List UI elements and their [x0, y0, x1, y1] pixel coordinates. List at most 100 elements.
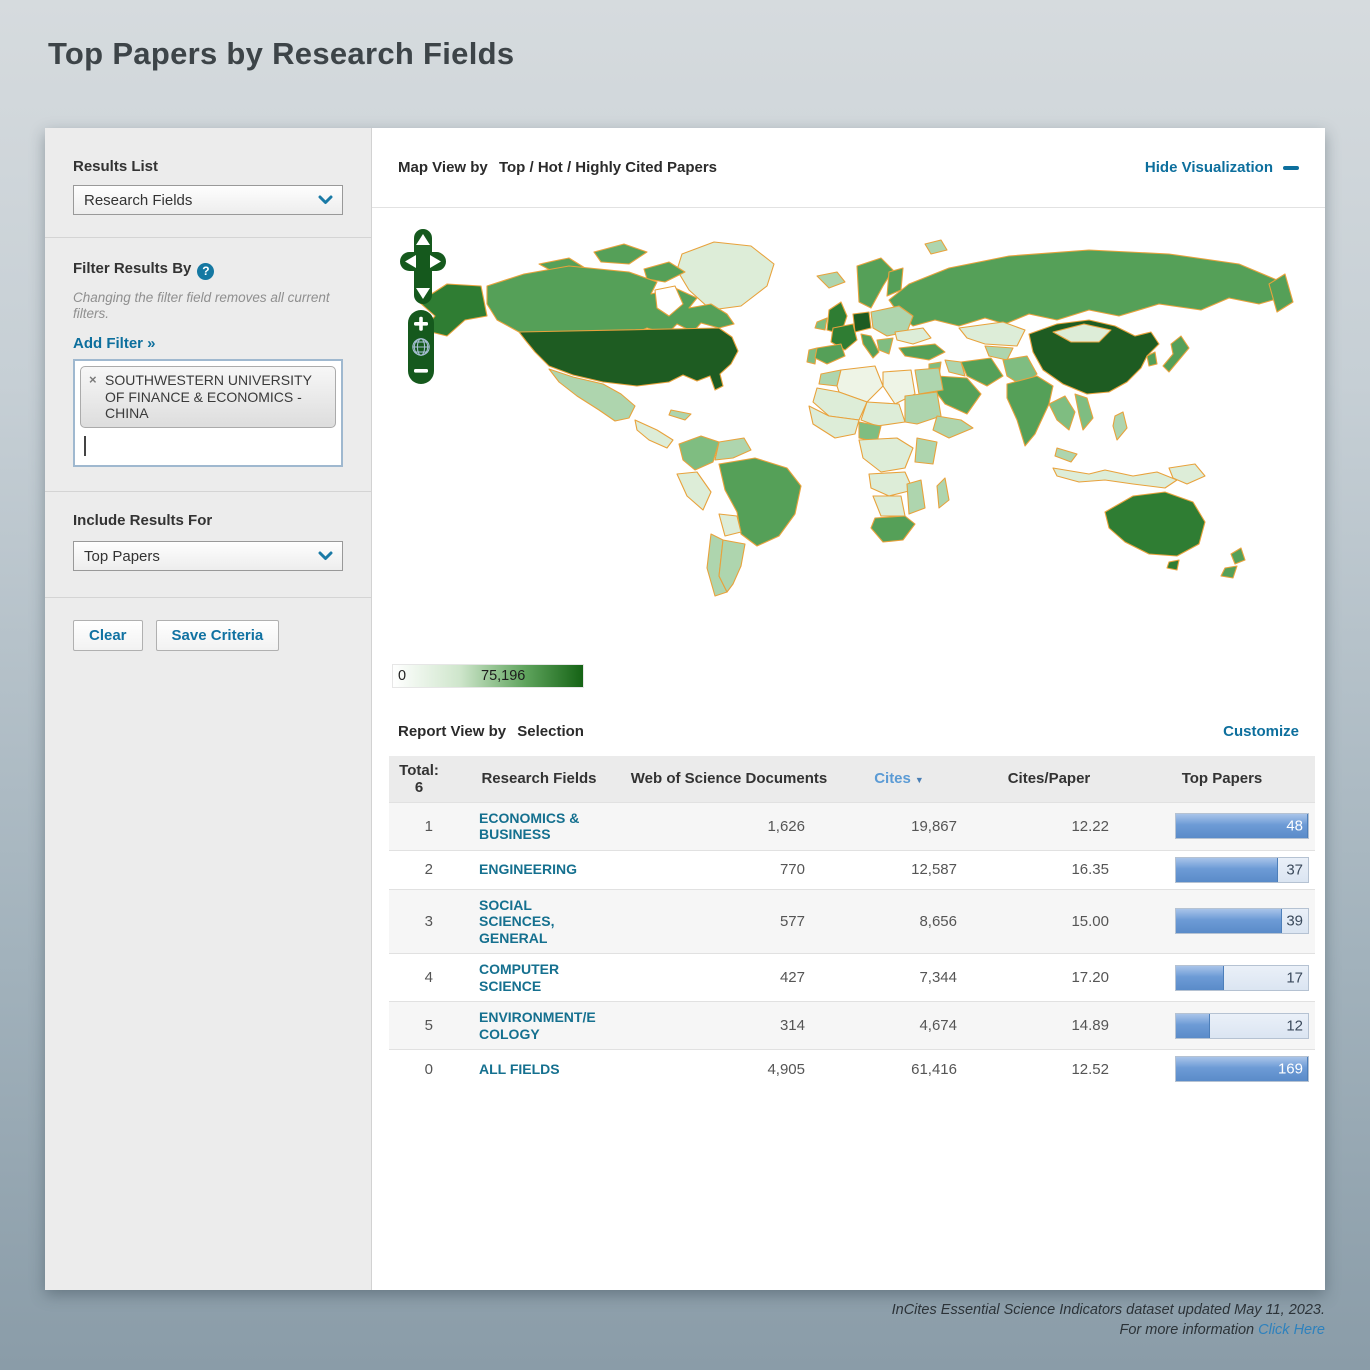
table-row: 4 COMPUTER SCIENCE 427 7,344 17.20 17 — [389, 954, 1315, 1002]
country-angola-zambia[interactable] — [869, 472, 913, 496]
chevron-down-icon — [308, 195, 342, 205]
top-papers-bar: 17 — [1175, 965, 1309, 991]
world-map[interactable] — [389, 224, 1319, 644]
footer-line2-prefix: For more information — [1120, 1322, 1255, 1338]
country-russia[interactable] — [889, 250, 1287, 326]
country-argentina[interactable] — [719, 540, 745, 592]
country-tasmania[interactable] — [1167, 560, 1179, 570]
country-italy[interactable] — [861, 334, 879, 358]
country-australia[interactable] — [1105, 492, 1205, 556]
col-cites-sorted[interactable]: Cites▼ — [829, 756, 969, 802]
bar-fill — [1176, 858, 1278, 882]
country-vietnam[interactable] — [1075, 394, 1093, 430]
row-rank: 3 — [389, 889, 449, 954]
chevron-down-icon — [308, 551, 342, 561]
table-row: 2 ENGINEERING 770 12,587 16.35 37 — [389, 850, 1315, 889]
country-south-africa[interactable] — [871, 516, 915, 542]
country-malaysia[interactable] — [1055, 448, 1077, 462]
row-docs: 314 — [629, 1002, 829, 1050]
country-india[interactable] — [1007, 376, 1053, 446]
hide-visualization-link[interactable]: Hide Visualization — [1145, 159, 1299, 176]
filter-input-box[interactable]: × SOUTHWESTERN UNIVERSITY OF FINANCE & E… — [73, 359, 343, 467]
include-results-dropdown[interactable]: Top Papers — [73, 541, 343, 571]
country-bolivia[interactable] — [719, 514, 741, 536]
country-new-zealand[interactable] — [1231, 548, 1245, 564]
help-icon[interactable]: ? — [197, 263, 214, 280]
map-area: 0 75,196 — [372, 208, 1325, 688]
bar-value: 37 — [1286, 861, 1303, 878]
report-section-header: Report View by Selection Customize — [372, 710, 1325, 752]
top-papers-bar: 37 — [1175, 857, 1309, 883]
col-cites-per-paper[interactable]: Cites/Paper — [969, 756, 1129, 802]
row-cites-per-paper: 12.22 — [969, 802, 1129, 850]
page-title: Top Papers by Research Fields — [48, 36, 514, 72]
legend-min: 0 — [398, 668, 406, 684]
add-filter-link[interactable]: Add Filter » — [73, 335, 156, 352]
country-spain[interactable] — [815, 344, 845, 364]
country-usa[interactable] — [519, 328, 738, 390]
table-row: 5 ENVIRONMENT/ECOLOGY 314 4,674 14.89 12 — [389, 1002, 1315, 1050]
legend-max: 75,196 — [481, 668, 525, 684]
results-list-dropdown[interactable]: Research Fields — [73, 185, 343, 215]
field-link[interactable]: ALL FIELDS — [479, 1061, 603, 1078]
report-view-title-scope: Selection — [517, 723, 584, 740]
country-madagascar[interactable] — [937, 478, 949, 508]
country-kenya-tanzania[interactable] — [915, 438, 937, 464]
country-colombia[interactable] — [679, 436, 719, 470]
field-link[interactable]: ENVIRONMENT/ECOLOGY — [479, 1009, 603, 1042]
country-namibia-botswana[interactable] — [873, 496, 905, 516]
footer-line1: InCites Essential Science Indicators dat… — [45, 1300, 1325, 1320]
country-kazakhstan[interactable] — [959, 322, 1025, 346]
country[interactable] — [594, 244, 647, 264]
bar-fill — [1176, 1014, 1210, 1038]
click-here-link[interactable]: Click Here — [1258, 1322, 1325, 1338]
bar-value: 48 — [1286, 818, 1303, 835]
country-iceland[interactable] — [817, 272, 845, 288]
country[interactable] — [925, 240, 947, 254]
col-wos-documents[interactable]: Web of Science Documents — [629, 756, 829, 802]
top-papers-bar: 12 — [1175, 1013, 1309, 1039]
field-link[interactable]: ECONOMICS & BUSINESS — [479, 810, 603, 843]
save-criteria-button[interactable]: Save Criteria — [156, 620, 280, 651]
country-turkey[interactable] — [899, 344, 945, 360]
country-central-africa[interactable] — [859, 438, 913, 472]
field-link[interactable]: COMPUTER SCIENCE — [479, 961, 603, 994]
field-link[interactable]: SOCIAL SCIENCES, GENERAL — [479, 897, 603, 947]
country-venezuela[interactable] — [715, 438, 751, 460]
results-list-label: Results List — [73, 158, 343, 175]
minus-icon — [1283, 166, 1299, 170]
row-cites: 12,587 — [829, 850, 969, 889]
col-top-papers[interactable]: Top Papers — [1129, 756, 1315, 802]
filter-tag: × SOUTHWESTERN UNIVERSITY OF FINANCE & E… — [80, 366, 336, 428]
country-japan[interactable] — [1163, 336, 1189, 372]
country-cuba[interactable] — [669, 410, 691, 420]
top-papers-bar: 39 — [1175, 908, 1309, 934]
col-research-fields[interactable]: Research Fields — [449, 756, 629, 802]
row-cites-per-paper: 15.00 — [969, 889, 1129, 954]
country-new-zealand[interactable] — [1221, 566, 1237, 578]
table-row: 0 ALL FIELDS 4,905 61,416 12.52 169 — [389, 1050, 1315, 1089]
country[interactable] — [861, 402, 905, 426]
country-indonesia[interactable] — [1053, 468, 1177, 488]
country-peru[interactable] — [677, 472, 711, 510]
country-ireland[interactable] — [815, 318, 827, 330]
bar-fill — [1176, 966, 1224, 990]
remove-tag-icon[interactable]: × — [89, 372, 97, 387]
country-egypt[interactable] — [915, 368, 943, 394]
choropleth-legend: 0 75,196 — [392, 664, 584, 688]
row-docs: 577 — [629, 889, 829, 954]
filter-results-label: Filter Results By? — [73, 260, 343, 280]
row-rank: 1 — [389, 802, 449, 850]
table-row: 1 ECONOMICS & BUSINESS 1,626 19,867 12.2… — [389, 802, 1315, 850]
field-link[interactable]: ENGINEERING — [479, 861, 603, 878]
country-philippines[interactable] — [1113, 412, 1127, 440]
map-pan-control[interactable] — [400, 228, 446, 306]
country-thailand-myanmar[interactable] — [1049, 396, 1075, 430]
country-mozambique[interactable] — [907, 480, 925, 514]
country-germany[interactable] — [853, 312, 871, 332]
country[interactable] — [635, 420, 673, 448]
customize-link[interactable]: Customize — [1223, 723, 1299, 740]
country-ethiopia[interactable] — [933, 416, 973, 438]
clear-button[interactable]: Clear — [73, 620, 143, 651]
map-zoom-control[interactable] — [408, 310, 434, 384]
